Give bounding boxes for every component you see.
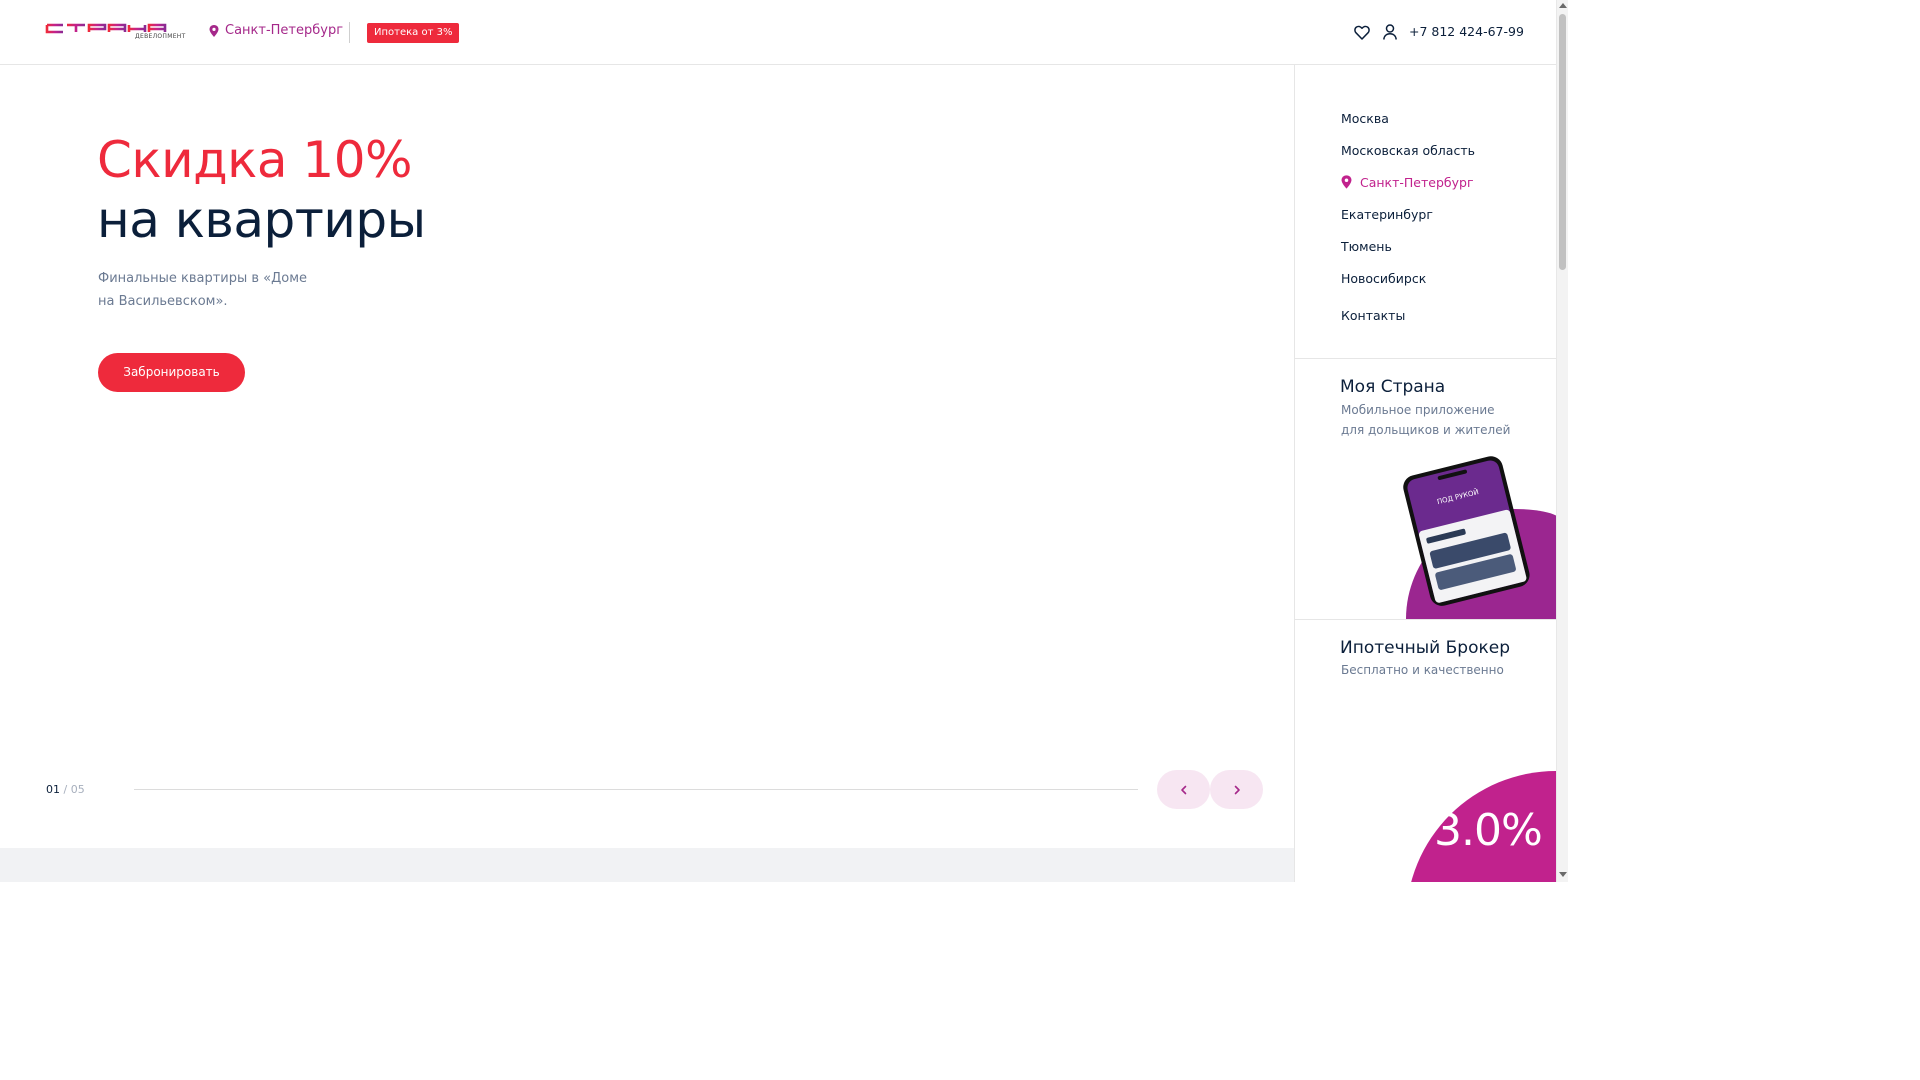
scroll-up-arrow-icon[interactable] (1559, 3, 1567, 8)
scroll-down-arrow-icon[interactable] (1559, 872, 1567, 877)
chevron-right-icon (1234, 785, 1240, 794)
side-menu-panel: Москва Московская область Санкт-Петербур… (1294, 65, 1556, 882)
logo[interactable]: ДЕВЕЛОПМЕНТ (45, 22, 185, 44)
city-item-label: Новосибирск (1341, 271, 1427, 286)
header-divider (349, 22, 350, 43)
slide-separator: / (63, 783, 68, 796)
city-item-label: Тюмень (1341, 239, 1392, 254)
city-item-tyumen[interactable]: Тюмень (1341, 239, 1475, 271)
app-promo-title: Моя Страна (1340, 377, 1446, 397)
phone-link[interactable]: +7 812 424-67-99 (1409, 24, 1524, 39)
site-header: ДЕВЕЛОПМЕНТ Санкт-Петербург Ипотека от 3… (0, 0, 1556, 65)
book-button[interactable]: Забронировать (98, 353, 245, 392)
slide-current: 01 (46, 783, 60, 796)
broker-promo-title[interactable]: Ипотечный Брокер (1340, 638, 1510, 658)
contacts-link[interactable]: Контакты (1341, 308, 1405, 323)
mortgage-badge[interactable]: Ипотека от 3% (367, 23, 460, 43)
page-scrollbar[interactable] (1556, 0, 1568, 882)
city-item-label: Московская область (1341, 143, 1475, 158)
broker-promo-description: Бесплатно и качественно (1341, 663, 1504, 677)
city-item-novosibirsk[interactable]: Новосибирск (1341, 271, 1475, 303)
promo-title-highlight: Скидка 10% (97, 131, 413, 189)
user-icon[interactable] (1383, 24, 1397, 40)
app-phone-illustration: ПОД РУКОЙ (1403, 456, 1556, 619)
city-selector-label: Санкт-Петербург (225, 23, 344, 38)
app-promo-description: Мобильное приложение для дольщиков и жите… (1341, 403, 1511, 437)
city-list: Москва Московская область Санкт-Петербур… (1341, 111, 1475, 303)
city-item-label: Екатеринбург (1341, 207, 1433, 222)
map-pin-icon (209, 24, 219, 37)
promo-title: на квартиры (97, 191, 426, 249)
city-item-saint-petersburg[interactable]: Санкт-Петербург (1341, 175, 1475, 207)
app-promo-card[interactable]: ПОД РУКОЙ (1295, 359, 1556, 619)
slide-counter: 01 / 05 (46, 783, 85, 796)
next-slide-button[interactable] (1210, 770, 1263, 809)
logo-subtext: ДЕВЕЛОПМЕНТ (135, 33, 186, 40)
broker-rate-value: 3.0% (1434, 805, 1543, 856)
chevron-left-icon (1180, 785, 1186, 794)
prev-slide-button[interactable] (1157, 770, 1210, 809)
city-item-label: Санкт-Петербург (1360, 175, 1474, 190)
slide-total: 05 (70, 783, 85, 796)
city-item-moscow-region[interactable]: Московская область (1341, 143, 1475, 175)
scrollbar-thumb[interactable] (1559, 14, 1566, 270)
city-item-label: Москва (1341, 111, 1389, 126)
promo-description: Финальные квартиры в «Доме на Васильевско… (98, 271, 308, 309)
map-pin-icon (1341, 175, 1352, 189)
city-item-moscow[interactable]: Москва (1341, 111, 1475, 143)
city-item-ekaterinburg[interactable]: Екатеринбург (1341, 207, 1475, 239)
bottom-section-edge (0, 848, 1294, 882)
favorites-heart-icon[interactable] (1354, 25, 1370, 40)
city-selector[interactable]: Санкт-Петербург (209, 23, 343, 38)
slide-progress-bar (134, 789, 1138, 790)
panel-divider (1295, 619, 1556, 620)
